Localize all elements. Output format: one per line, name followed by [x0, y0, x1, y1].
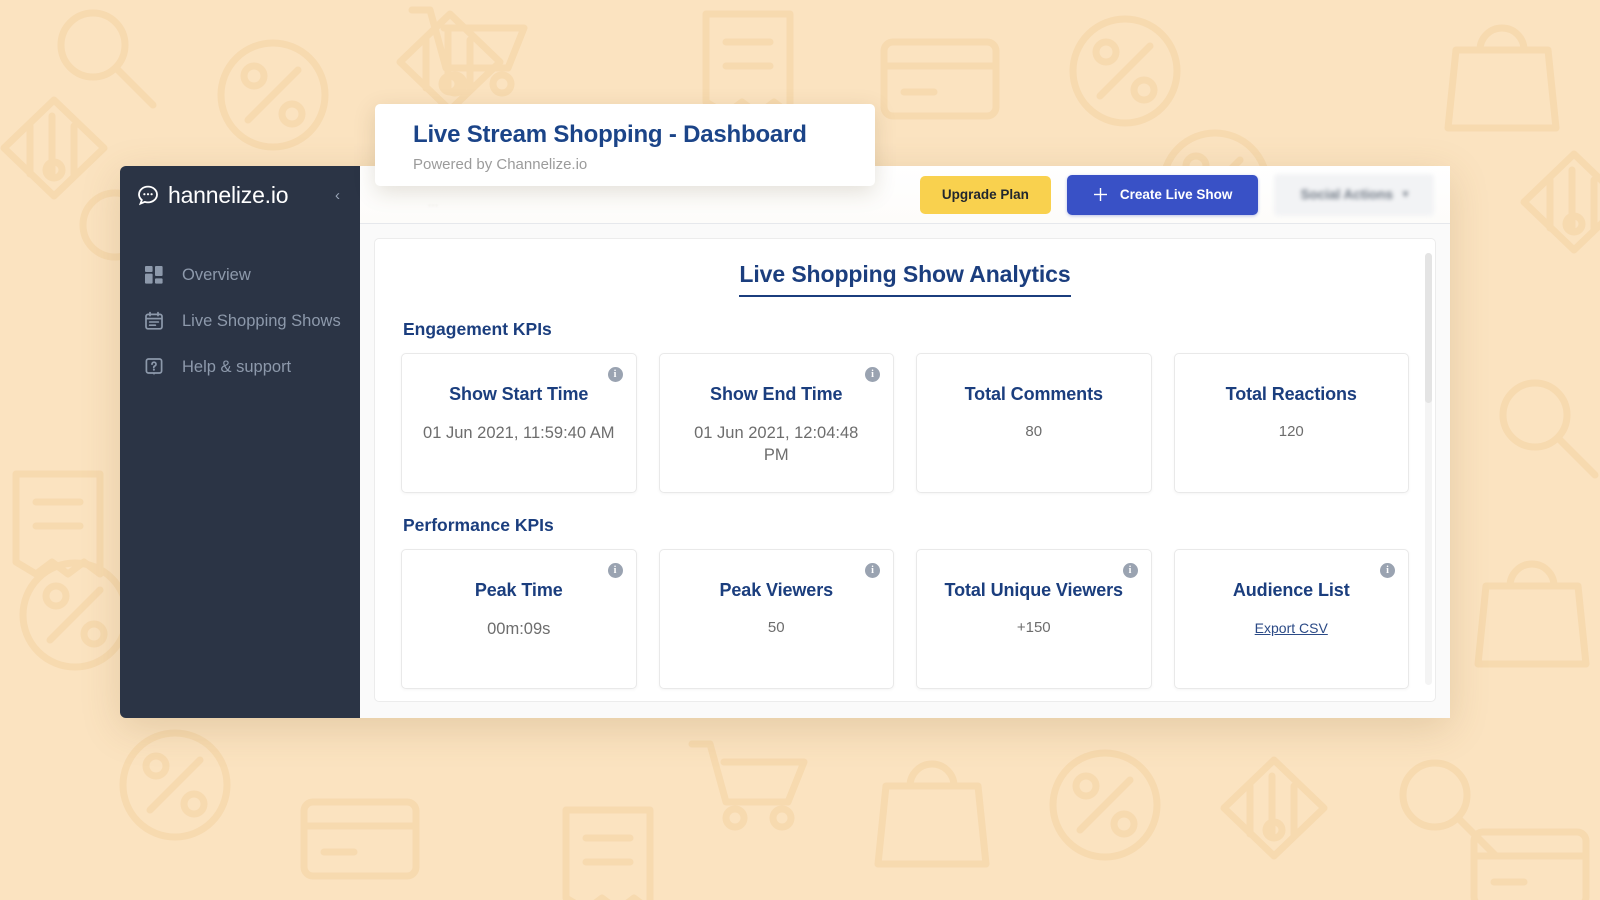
sidebar-item-live-shopping-shows[interactable]: Live Shopping Shows — [120, 298, 360, 344]
info-icon[interactable]: i — [865, 563, 880, 578]
create-live-show-label: Create Live Show — [1119, 187, 1233, 202]
section-title-engagement: Engagement KPIs — [403, 319, 552, 339]
sidebar: hannelize.io ‹ Overview Live Shopping Sh… — [120, 166, 360, 718]
page-root: hannelize.io ‹ Overview Live Shopping Sh… — [0, 0, 1600, 900]
info-icon[interactable]: i — [1122, 563, 1138, 578]
kpi-card-total-comments: Total Comments 80 — [916, 353, 1152, 493]
kpi-card-audience-list: i Audience List Export CSV — [1173, 549, 1409, 689]
kpi-card-peak-viewers: i Peak Viewers 50 — [658, 549, 894, 689]
content-area: Live Shopping Show Analytics Engagement … — [360, 224, 1450, 718]
info-icon[interactable]: i — [607, 563, 623, 578]
kpi-title: Peak Viewers — [719, 580, 834, 600]
kpi-value: 01 Jun 2021, 12:04:48 PM — [694, 424, 859, 465]
overlay-subtitle: Powered by Channelize.io — [413, 155, 588, 173]
kpi-card-peak-time: i Peak Time 00m:09s — [401, 549, 637, 689]
topbar-actions: Upgrade Plan Create Live Show Social Act… — [919, 173, 1434, 216]
app-window: hannelize.io ‹ Overview Live Shopping Sh… — [120, 166, 1450, 718]
kpi-card-total-unique-viewers: i Total Unique Viewers +150 — [916, 549, 1152, 689]
breadcrumb: ··· — [428, 200, 439, 210]
kpi-title: Audience List — [1232, 580, 1350, 600]
kpi-title: Total Unique Viewers — [944, 580, 1123, 600]
kpi-value: 01 Jun 2021, 11:59:40 AM — [423, 424, 615, 442]
chat-bubble-c-logo-icon — [136, 183, 160, 207]
engagement-kpi-grid: i Show Start Time 01 Jun 2021, 11:59:40 … — [401, 353, 1409, 493]
info-icon[interactable]: i — [1380, 563, 1395, 578]
overlay-title: Live Stream Shopping - Dashboard — [413, 121, 807, 148]
chevron-left-icon[interactable]: ‹ — [329, 184, 346, 207]
overlay-title-card: Live Stream Shopping - Dashboard Powered… — [375, 104, 875, 186]
info-icon[interactable]: i — [607, 367, 623, 382]
question-mark-icon — [144, 357, 164, 377]
calendar-icon — [144, 311, 164, 331]
kpi-title: Total Comments — [964, 384, 1103, 404]
page-title: Live Shopping Show Analytics — [739, 261, 1071, 297]
upgrade-plan-button[interactable]: Upgrade Plan — [919, 175, 1051, 214]
kpi-card-show-end-time: i Show End Time 01 Jun 2021, 12:04:48 PM — [658, 353, 894, 493]
kpi-card-total-reactions: Total Reactions 120 — [1173, 353, 1409, 493]
sidebar-item-label: Overview — [182, 265, 251, 284]
create-live-show-button[interactable]: Create Live Show — [1066, 174, 1259, 215]
sidebar-item-overview[interactable]: Overview — [120, 252, 360, 298]
performance-kpi-grid: i Peak Time 00m:09s i Peak Viewers 50 i … — [401, 549, 1409, 689]
export-csv-link[interactable]: Export CSV — [1189, 620, 1395, 636]
kpi-title: Show End Time — [710, 384, 843, 404]
sidebar-item-label: Live Shopping Shows — [182, 311, 341, 330]
kpi-value: 80 — [1025, 423, 1043, 440]
section-title-performance: Performance KPIs — [403, 515, 554, 535]
scrollbar-thumb[interactable] — [1425, 253, 1432, 403]
sidebar-brand-row: hannelize.io ‹ — [120, 166, 360, 224]
kpi-value: 50 — [767, 619, 785, 636]
social-actions-label: Social Actions — [1300, 187, 1393, 202]
main-area: ··· Upgrade Plan Create Live Show Social… — [360, 166, 1450, 718]
analytics-title-wrap: Live Shopping Show Analytics — [401, 261, 1409, 297]
social-actions-dropdown[interactable]: Social Actions ▾ — [1274, 173, 1434, 216]
sidebar-item-label: Help & support — [182, 357, 292, 376]
sidebar-item-help-support[interactable]: Help & support — [120, 344, 360, 390]
kpi-card-show-start-time: i Show Start Time 01 Jun 2021, 11:59:40 … — [401, 353, 637, 493]
chevron-down-icon: ▾ — [1402, 189, 1408, 200]
kpi-title: Peak Time — [474, 580, 563, 600]
kpi-value: 00m:09s — [487, 620, 551, 638]
dashboard-grid-icon — [144, 265, 164, 285]
plus-icon — [1093, 188, 1107, 201]
kpi-title: Total Reactions — [1225, 384, 1357, 404]
info-icon[interactable]: i — [865, 367, 880, 382]
kpi-title: Show Start Time — [449, 384, 589, 404]
analytics-panel: Live Shopping Show Analytics Engagement … — [374, 238, 1436, 702]
brand-name: hannelize.io — [168, 181, 289, 208]
content-scrollbar[interactable] — [1425, 253, 1432, 685]
kpi-value: 120 — [1278, 423, 1304, 440]
kpi-value: +150 — [1016, 619, 1051, 636]
sidebar-nav: Overview Live Shopping Shows Help & supp… — [120, 252, 360, 390]
